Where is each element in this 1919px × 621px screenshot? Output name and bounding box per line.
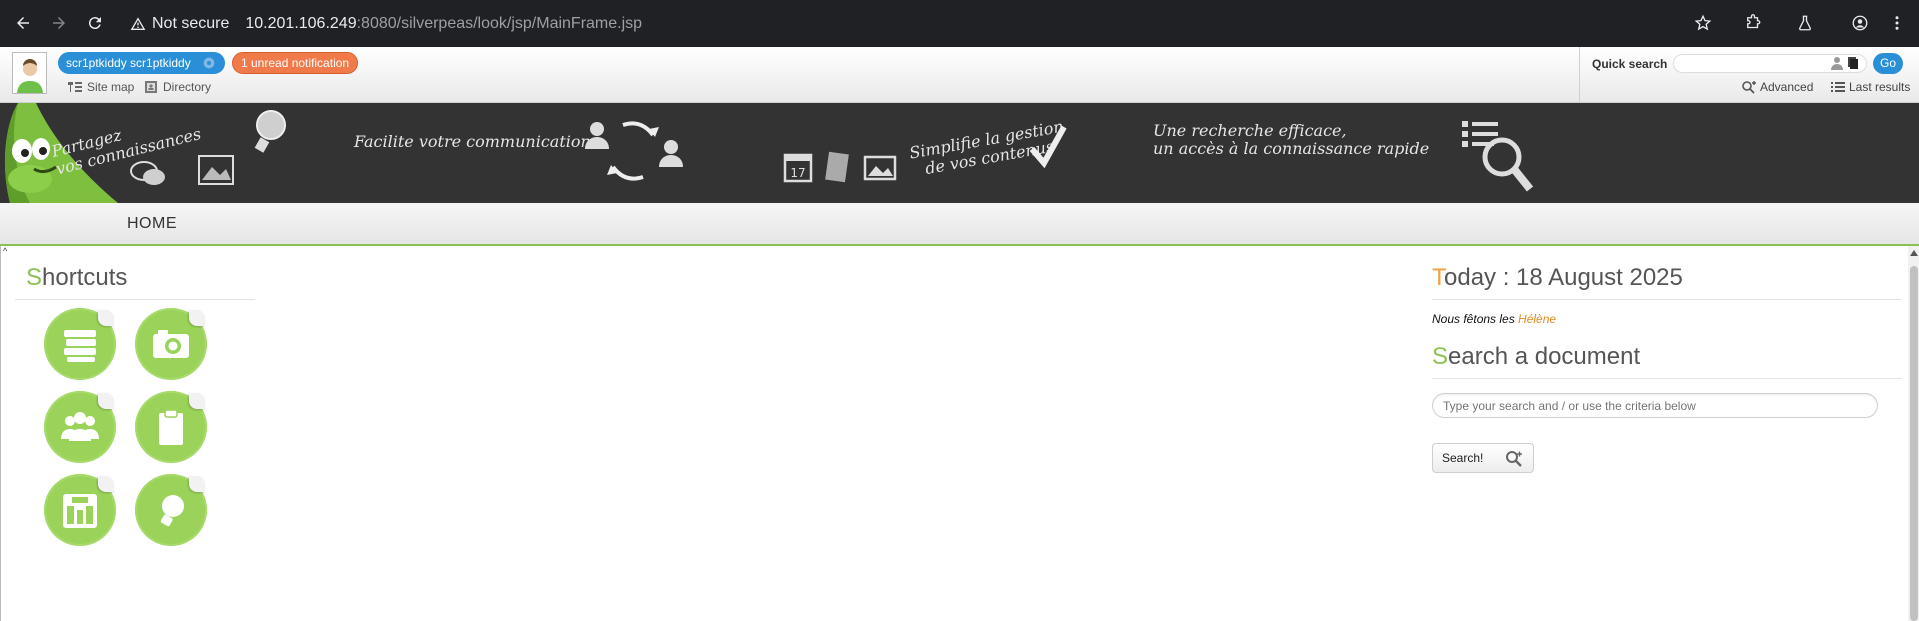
nav-home-link[interactable]: HOME — [127, 215, 177, 233]
books-icon — [64, 330, 96, 362]
banner-slogan-search-line1: Une recherche efficace, — [1153, 121, 1347, 140]
group-icon — [61, 412, 99, 441]
forward-button[interactable] — [46, 10, 72, 36]
search-plus-icon — [1506, 451, 1522, 467]
shortcut-media[interactable] — [135, 308, 207, 380]
scrollbar-thumb[interactable] — [1910, 266, 1918, 621]
directory-icon — [145, 81, 157, 93]
avatar[interactable] — [12, 52, 47, 94]
today-title-rest: oday : 18 August 2025 — [1444, 264, 1683, 291]
search-document-title-rest: earch a document — [1448, 343, 1641, 370]
flask-icon — [1799, 15, 1811, 31]
shortcuts-divider — [15, 299, 255, 300]
labs-button[interactable] — [1794, 12, 1816, 34]
extensions-button[interactable] — [1742, 12, 1764, 34]
quick-search-panel: Quick search Go Advanced Last results — [1579, 47, 1919, 103]
today-title-initial: T — [1432, 264, 1444, 291]
communication-people-icon — [585, 121, 683, 181]
notification-badge[interactable]: 1 unread notification — [232, 52, 359, 74]
reload-icon — [88, 17, 101, 30]
puzzle-icon — [1747, 14, 1761, 29]
banner-slogan-communication: Facilite votre communication — [354, 132, 591, 151]
clipboard-icon — [159, 409, 183, 445]
search-button-label: Search! — [1442, 451, 1484, 465]
search-document-button[interactable]: Search! — [1432, 443, 1534, 473]
back-arrow-icon — [17, 17, 29, 29]
main-navigation: HOME — [0, 203, 1919, 246]
checkmark-icon — [1029, 125, 1067, 169]
image-frame-icon — [198, 155, 234, 185]
address-bar[interactable]: Not secure 10.201.106.249:8080/silverpea… — [120, 7, 1730, 40]
url-host: 10.201.106.249 — [245, 14, 357, 32]
main-content: ^ Shortcuts Today : 18 August 2025 Nous … — [0, 246, 1919, 621]
user-filter-icon[interactable] — [1830, 56, 1844, 70]
back-button[interactable] — [10, 10, 36, 36]
shortcuts-title-rest: hortcuts — [42, 264, 128, 291]
shortcuts-title: Shortcuts — [26, 264, 127, 292]
content-management-icons: 17 — [783, 151, 897, 183]
camera-icon — [153, 330, 189, 358]
search-document-divider — [1432, 378, 1902, 379]
banner-slogan-search-line2: un accès à la connaissance rapide — [1153, 139, 1430, 158]
collapse-arrow-icon[interactable]: ^ — [3, 246, 7, 256]
directory-label: Directory — [163, 80, 212, 94]
scroll-up-arrow-icon[interactable] — [1910, 250, 1918, 256]
profile-button[interactable] — [1849, 12, 1871, 34]
gear-icon — [203, 57, 215, 69]
building-icon — [63, 494, 97, 528]
url-path: :8080/silverpeas/look/jsp/MainFrame.jsp — [356, 14, 643, 32]
last-results-link[interactable]: Last results — [1830, 80, 1910, 94]
page-scrollbar[interactable] — [1908, 246, 1919, 621]
security-label: Not secure — [152, 14, 230, 32]
feast-prefix: Nous fêtons les — [1432, 312, 1519, 326]
advanced-search-link[interactable]: Advanced — [1741, 80, 1813, 94]
star-icon — [1694, 14, 1712, 31]
search-document-title: Search a document — [1432, 343, 1640, 371]
feast-saint-name: Hélène — [1518, 312, 1557, 326]
shortcut-ideas[interactable] — [135, 474, 207, 546]
shortcut-tasks[interactable] — [135, 391, 207, 463]
browser-menu-button[interactable] — [1886, 12, 1908, 34]
user-avatar-icon — [16, 59, 43, 93]
advanced-search-icon — [1742, 81, 1756, 94]
document-filter-icon[interactable] — [1846, 56, 1860, 70]
quick-search-label: Quick search — [1592, 57, 1668, 71]
list-icon — [1831, 82, 1845, 92]
calendar-day: 17 — [790, 166, 805, 180]
magnifier-document-icon — [1462, 121, 1534, 192]
warning-triangle-icon — [130, 16, 146, 30]
user-name: scr1ptkiddy scr1ptkiddy — [66, 56, 191, 70]
last-results-label: Last results — [1849, 80, 1911, 94]
banner-slogan-search: Une recherche efficace, un accès à la co… — [1153, 122, 1429, 158]
search-document-input[interactable] — [1432, 393, 1878, 418]
security-indicator[interactable]: Not secure — [130, 15, 229, 33]
user-menu-button[interactable]: scr1ptkiddy scr1ptkiddy — [58, 52, 225, 74]
directory-link[interactable]: Directory — [144, 80, 211, 94]
browser-toolbar: Not secure 10.201.106.249:8080/silverpea… — [0, 0, 1919, 47]
site-map-label: Site map — [87, 80, 135, 94]
advanced-label: Advanced — [1760, 80, 1814, 94]
today-title: Today : 18 August 2025 — [1432, 264, 1683, 292]
site-map-link[interactable]: Site map — [68, 80, 134, 94]
kebab-menu-icon — [1895, 16, 1899, 30]
lightbulb-sketch-icon — [254, 110, 286, 153]
profile-icon — [1852, 15, 1868, 31]
today-divider — [1432, 299, 1902, 300]
banner: Partagez vos connaissances Facilite votr… — [0, 103, 1919, 203]
shortcut-community[interactable] — [44, 391, 116, 463]
shortcuts-title-initial: S — [26, 264, 43, 291]
sitemap-icon — [68, 82, 82, 92]
forward-arrow-icon — [53, 17, 65, 29]
bookmark-star-button[interactable] — [1692, 12, 1714, 34]
shortcut-library[interactable] — [44, 308, 116, 380]
lightbulb-icon — [160, 495, 184, 527]
reload-button[interactable] — [82, 10, 108, 36]
feast-of-the-day: Nous fêtons les Hélène — [1432, 312, 1556, 326]
search-document-title-initial: S — [1432, 343, 1449, 370]
quick-search-go-button[interactable]: Go — [1873, 53, 1903, 74]
shortcut-directory[interactable] — [44, 474, 116, 546]
speech-bubbles-icon — [130, 161, 165, 185]
url-text[interactable]: 10.201.106.249:8080/silverpeas/look/jsp/… — [245, 15, 642, 33]
